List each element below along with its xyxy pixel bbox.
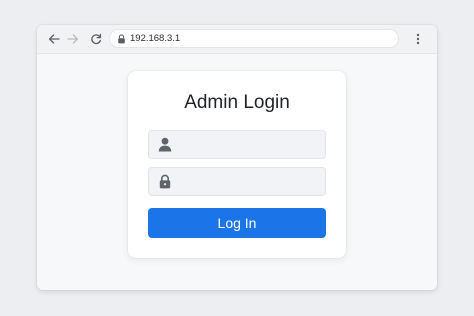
page-title: Admin Login xyxy=(184,92,290,113)
browser-window: 192.168.3.1 Admin Login Log In xyxy=(37,25,437,290)
reload-icon xyxy=(91,33,102,45)
password-input[interactable] xyxy=(179,168,319,195)
forward-button[interactable] xyxy=(65,31,81,47)
address-url: 192.168.3.1 xyxy=(130,33,181,44)
back-button[interactable] xyxy=(46,31,62,47)
arrow-right-icon xyxy=(67,34,79,44)
browser-menu-button[interactable] xyxy=(413,31,423,47)
browser-toolbar: 192.168.3.1 xyxy=(37,25,437,54)
password-field[interactable] xyxy=(148,167,326,196)
padlock-icon xyxy=(159,174,171,189)
reload-button[interactable] xyxy=(88,31,104,47)
login-card: Admin Login Log In xyxy=(128,71,346,258)
login-button[interactable]: Log In xyxy=(148,208,326,238)
lock-icon xyxy=(118,34,125,44)
username-input[interactable] xyxy=(179,131,319,158)
username-field[interactable] xyxy=(148,130,326,159)
address-bar[interactable]: 192.168.3.1 xyxy=(109,29,399,48)
arrow-left-icon xyxy=(48,34,60,44)
page-content: Admin Login Log In xyxy=(37,54,437,290)
user-icon xyxy=(158,137,172,152)
kebab-menu-icon xyxy=(416,33,420,45)
